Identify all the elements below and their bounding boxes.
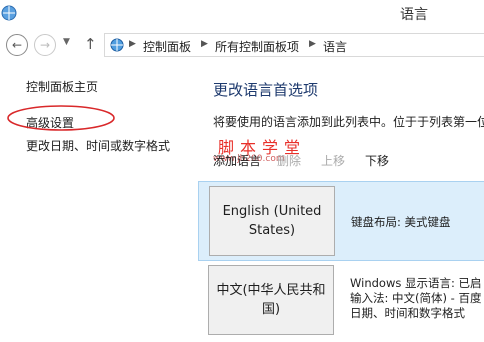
page-description: 将要使用的语言添加到此列表中。位于于列表第一位的 [213, 115, 484, 129]
navigation-bar: ← → ▼ ↑ ▶ 控制面板 ▶ 所有控制面板项 ▶ 语言 [0, 30, 484, 60]
chevron-right-icon[interactable]: ▶ [129, 39, 136, 49]
breadcrumb-language[interactable]: 语言 [323, 38, 347, 55]
window-title: 语言 [400, 7, 428, 23]
annotation-ellipse [7, 105, 115, 131]
app-icon [0, 4, 18, 22]
back-arrow-icon[interactable]: ← [6, 34, 28, 56]
control-panel-icon [109, 37, 125, 53]
recent-pages-icon[interactable]: ▼ [63, 37, 70, 47]
language-info-line: 输入法: 中文(简体) - 百度 [350, 291, 482, 305]
language-info-line: 键盘布局: 美式键盘 [351, 215, 451, 229]
chevron-right-icon[interactable]: ▶ [201, 39, 208, 49]
chevron-right-icon[interactable]: ▶ [309, 39, 316, 49]
move-up-button[interactable]: 上移 [321, 152, 345, 169]
delete-language-button[interactable]: 删除 [277, 152, 301, 169]
add-language-button[interactable]: 添加语言 [213, 152, 261, 169]
sidebar-link-home[interactable]: 控制面板主页 [26, 78, 98, 95]
move-down-button[interactable]: 下移 [365, 152, 389, 169]
address-bar[interactable]: ▶ 控制面板 ▶ 所有控制面板项 ▶ 语言 [104, 33, 484, 57]
language-row-chinese[interactable]: 中文(中华人民共和国) Windows 显示语言: 已启 输入法: 中文(简体)… [198, 262, 484, 342]
title-bar: 语言 [0, 0, 484, 28]
language-info: Windows 显示语言: 已启 输入法: 中文(简体) - 百度 日期、时间和… [350, 276, 482, 321]
language-button-chinese[interactable]: 中文(中华人民共和国) [208, 265, 334, 335]
language-info-line: 日期、时间和数字格式 [350, 306, 465, 320]
up-arrow-icon[interactable]: ↑ [84, 35, 97, 53]
sidebar-link-date-time-format[interactable]: 更改日期、时间或数字格式 [26, 137, 170, 154]
language-button-english[interactable]: English (United States) [209, 186, 335, 256]
language-row-english[interactable]: English (United States) 键盘布局: 美式键盘 [198, 181, 484, 261]
language-info-line: Windows 显示语言: 已启 [350, 276, 482, 290]
breadcrumb-control-panel[interactable]: 控制面板 [143, 38, 191, 55]
forward-arrow-icon[interactable]: → [34, 34, 56, 56]
breadcrumb-all-items[interactable]: 所有控制面板项 [215, 38, 299, 55]
language-info: 键盘布局: 美式键盘 [351, 215, 451, 230]
page-title: 更改语言首选项 [213, 81, 319, 99]
